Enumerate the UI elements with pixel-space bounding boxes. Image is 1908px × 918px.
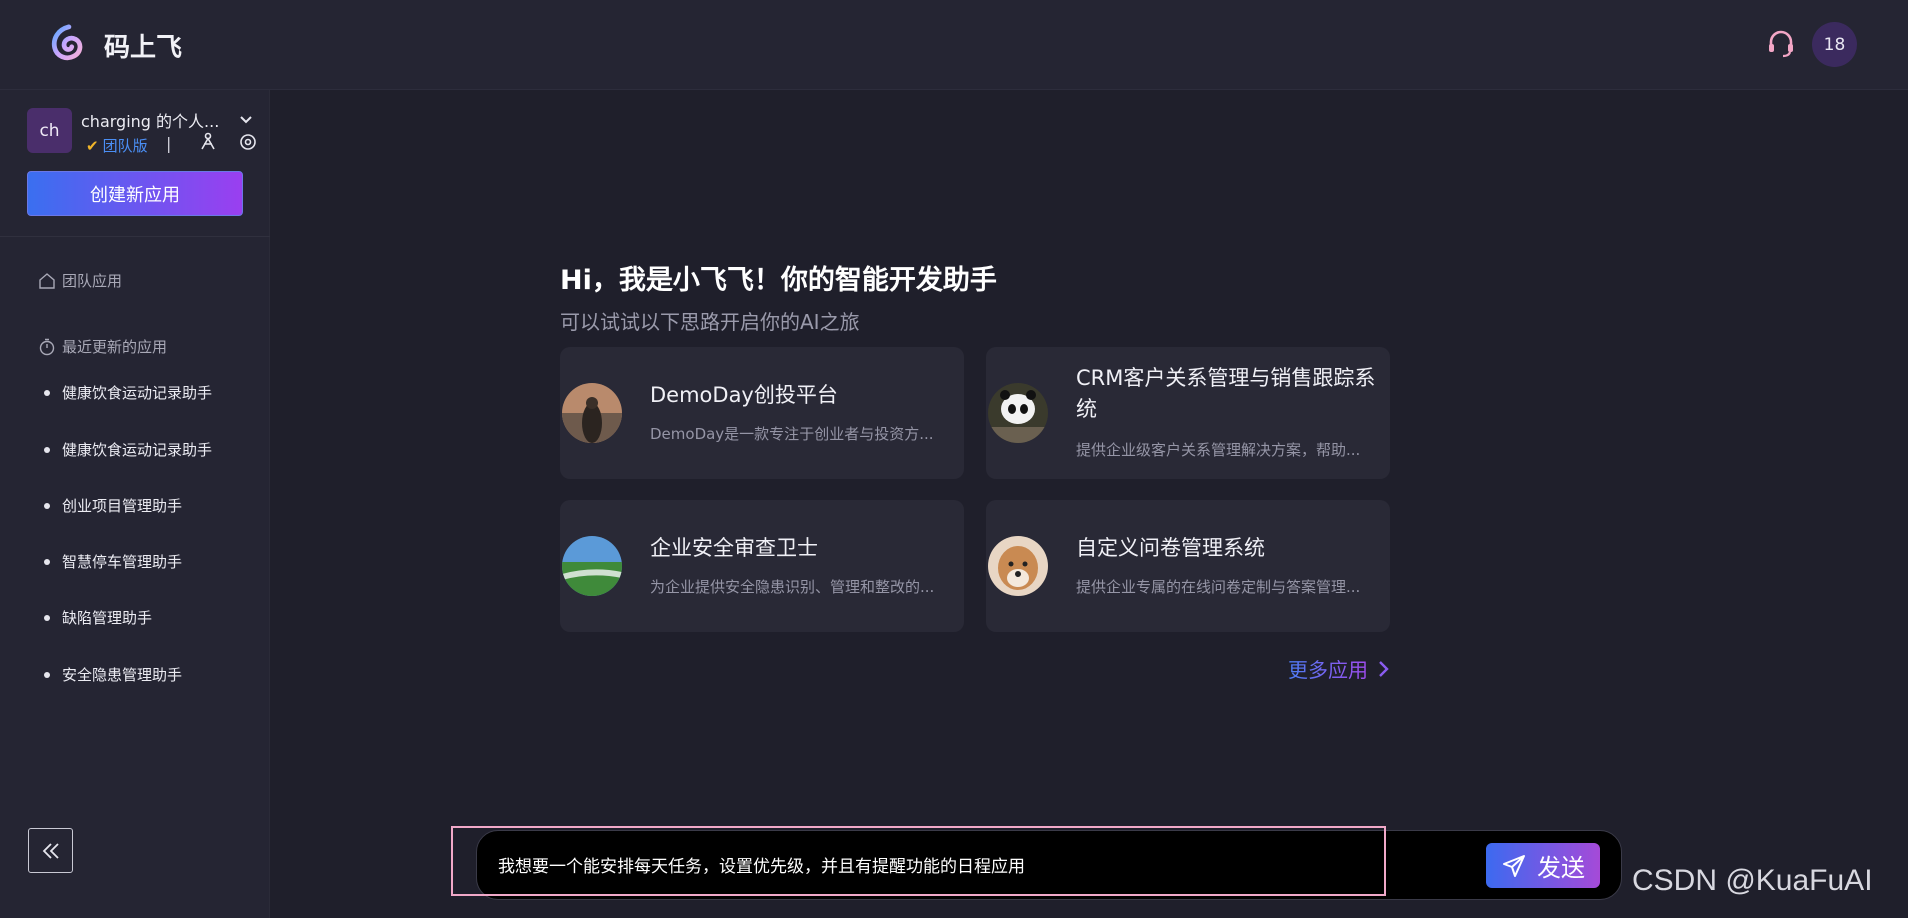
more-apps-label: 更多应用 xyxy=(1288,654,1368,683)
app-card[interactable]: 自定义问卷管理系统 提供企业专属的在线问卷定制与答案管理... xyxy=(986,500,1390,632)
app-card-title: 企业安全审查卫士 xyxy=(650,536,818,560)
team-plan-badge: ✔ 团队版 xyxy=(86,135,148,156)
list-item[interactable]: 健康饮食运动记录助手 xyxy=(44,382,212,403)
more-apps-link[interactable]: 更多应用 xyxy=(1288,654,1392,683)
collapse-sidebar-button[interactable] xyxy=(28,828,73,873)
app-card-title: DemoDay创投平台 xyxy=(650,383,838,407)
list-item[interactable]: 缺陷管理助手 xyxy=(44,607,152,628)
sidebar-section-label: 最近更新的应用 xyxy=(62,338,168,356)
app-card-title: 自定义问卷管理系统 xyxy=(1076,536,1265,560)
timer-icon xyxy=(39,338,55,355)
chevron-down-icon[interactable] xyxy=(238,112,254,128)
app-thumbnail xyxy=(562,383,622,443)
top-header: 码上飞 18 xyxy=(0,0,1908,90)
recent-app-label: 智慧停车管理助手 xyxy=(62,553,183,571)
app-thumbnail xyxy=(988,536,1048,596)
send-label: 发送 xyxy=(1537,854,1585,882)
recent-app-label: 缺陷管理助手 xyxy=(62,609,153,627)
chevron-right-icon xyxy=(1379,660,1389,677)
plan-check-icon: ✔ xyxy=(86,136,99,155)
settings-icon[interactable] xyxy=(238,132,258,152)
team-avatar[interactable]: ch xyxy=(27,108,72,153)
sidebar-item-team-apps[interactable]: 团队应用 xyxy=(38,270,122,291)
bullet xyxy=(44,389,50,396)
team-plan-label: 团队版 xyxy=(102,137,148,155)
app-card-desc: 提供企业级客户关系管理解决方案，帮助... xyxy=(1076,441,1361,459)
list-item[interactable]: 智慧停车管理助手 xyxy=(44,551,182,572)
sidebar-section-recent: 最近更新的应用 xyxy=(38,336,167,357)
app-thumbnail xyxy=(562,536,622,596)
app-card-desc: 为企业提供安全隐患识别、管理和整改的... xyxy=(650,578,935,596)
team-separator: | xyxy=(166,134,172,153)
logo-icon[interactable] xyxy=(48,24,86,62)
sidebar-divider xyxy=(0,236,270,237)
recent-app-label: 健康饮食运动记录助手 xyxy=(62,441,213,459)
app-card-title: CRM客户关系管理与销售跟踪系统 xyxy=(1076,366,1376,421)
app-card-desc: DemoDay是一款专注于创业者与投资方... xyxy=(650,425,934,443)
brand-name: 码上飞 xyxy=(104,33,183,63)
list-item[interactable]: 安全隐患管理助手 xyxy=(44,664,182,685)
bullet xyxy=(44,671,50,678)
home-icon xyxy=(39,272,55,289)
bullet xyxy=(44,502,50,509)
list-item[interactable]: 健康饮食运动记录助手 xyxy=(44,439,212,460)
recent-app-label: 安全隐患管理助手 xyxy=(62,666,183,684)
page-subtitle: 可以试试以下思路开启你的AI之旅 xyxy=(560,310,860,334)
double-chevron-left-icon xyxy=(42,842,59,859)
headset-icon[interactable] xyxy=(1765,28,1797,60)
bullet xyxy=(44,446,50,453)
prompt-input[interactable]: 我想要一个能安排每天任务，设置优先级，并且有提醒功能的日程应用 xyxy=(498,852,1025,877)
recent-app-label: 创业项目管理助手 xyxy=(62,497,183,515)
app-thumbnail xyxy=(988,383,1048,443)
share-icon[interactable] xyxy=(198,132,218,152)
list-item[interactable]: 创业项目管理助手 xyxy=(44,495,182,516)
user-avatar[interactable]: 18 xyxy=(1812,22,1857,67)
sidebar: ch charging 的个人... ✔ 团队版 | 创建新应用 团队应用 最近… xyxy=(0,90,270,918)
recent-app-label: 健康饮食运动记录助手 xyxy=(62,384,213,402)
sidebar-item-label: 团队应用 xyxy=(62,272,123,290)
send-button[interactable]: 发送 xyxy=(1486,843,1600,888)
app-card[interactable]: 企业安全审查卫士 为企业提供安全隐患识别、管理和整改的... xyxy=(560,500,964,632)
bullet xyxy=(44,614,50,621)
app-card[interactable]: CRM客户关系管理与销售跟踪系统 提供企业级客户关系管理解决方案，帮助... xyxy=(986,347,1390,479)
page-title: Hi，我是小飞飞！你的智能开发助手 xyxy=(560,265,997,296)
paper-plane-icon xyxy=(1503,854,1525,877)
bullet xyxy=(44,558,50,565)
create-app-button[interactable]: 创建新应用 xyxy=(27,171,243,216)
team-name[interactable]: charging 的个人... xyxy=(81,108,219,132)
app-card[interactable]: DemoDay创投平台 DemoDay是一款专注于创业者与投资方... xyxy=(560,347,964,479)
watermark: CSDN @KuaFuAI xyxy=(1632,864,1873,897)
app-card-desc: 提供企业专属的在线问卷定制与答案管理... xyxy=(1076,578,1361,596)
